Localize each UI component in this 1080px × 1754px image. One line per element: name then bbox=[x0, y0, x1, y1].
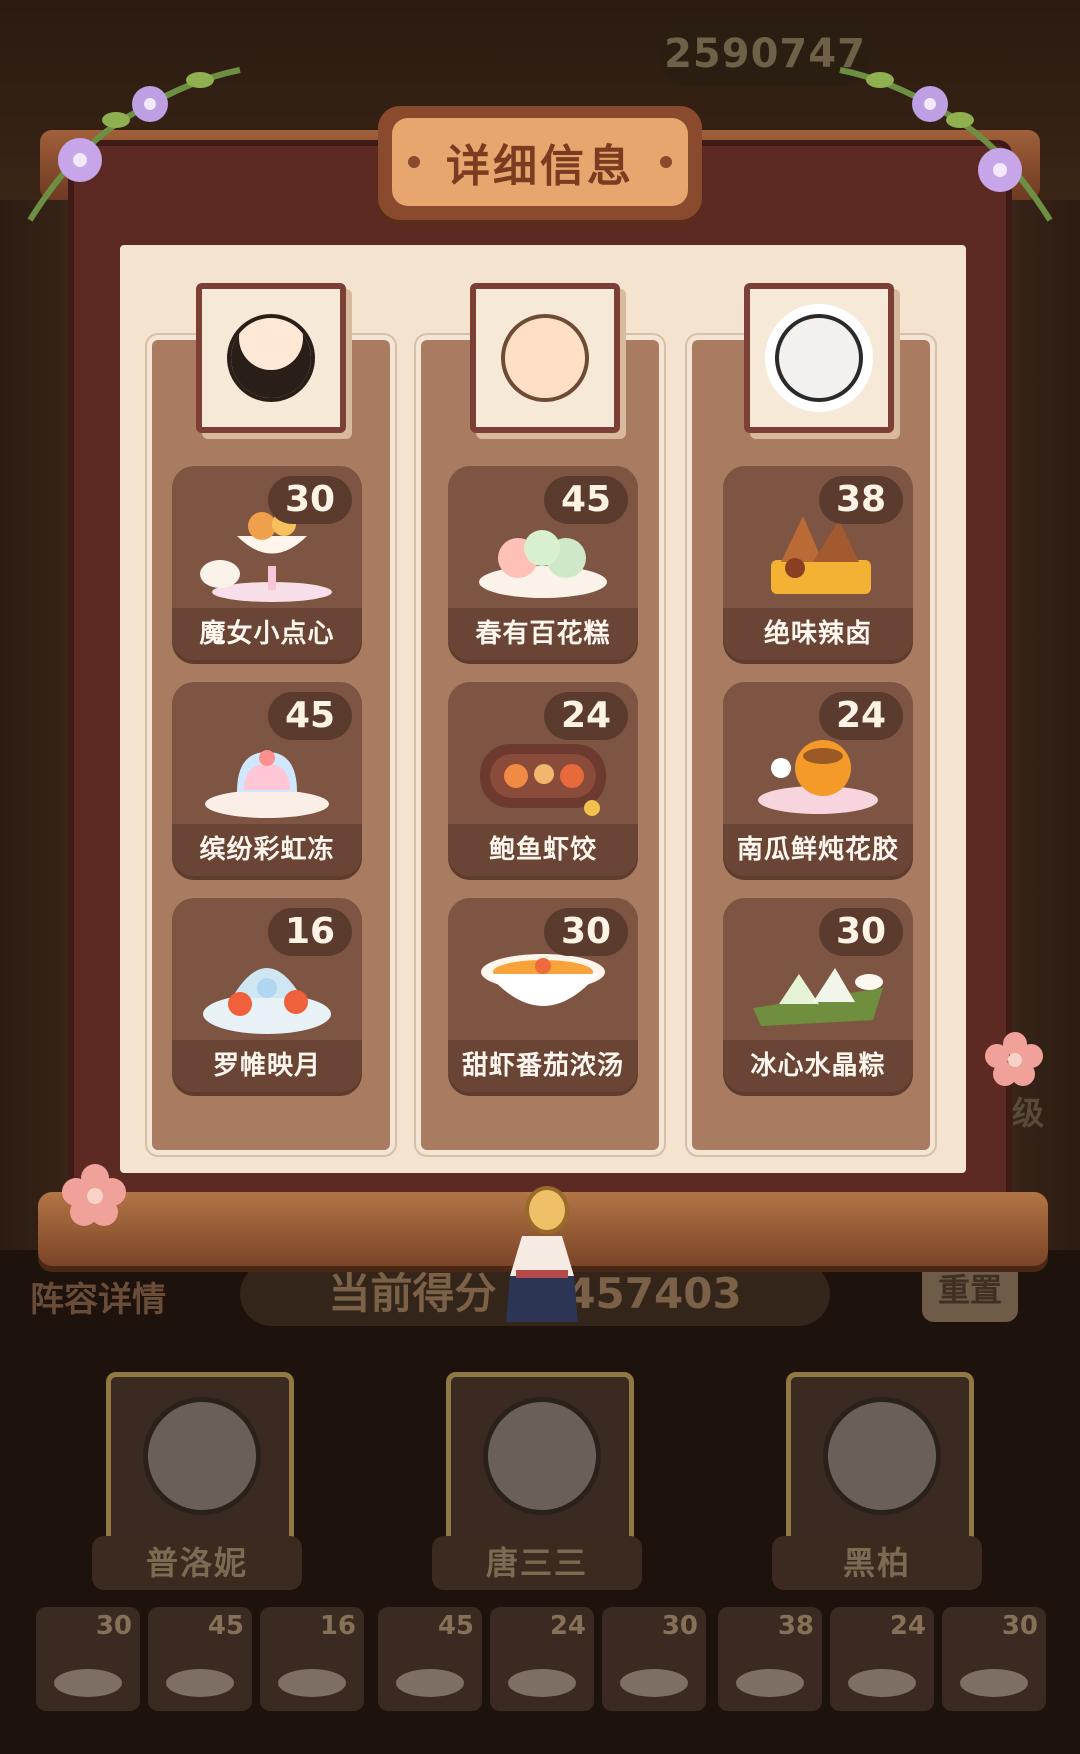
strip-dish-count: 45 bbox=[207, 1611, 244, 1641]
dish-count-badge: 24 bbox=[819, 692, 903, 740]
dish-name: 罗帷映月 bbox=[172, 1040, 362, 1092]
strip-dish-tile[interactable]: 24 bbox=[490, 1607, 594, 1711]
hero-name-2: 唐三三 bbox=[432, 1536, 642, 1590]
pink-flower-icon bbox=[985, 1032, 1043, 1086]
hero-avatar bbox=[483, 1397, 601, 1515]
plate-icon bbox=[848, 1669, 916, 1697]
hero-name-3: 黑柏 bbox=[772, 1536, 982, 1590]
dish-name: 绝味辣卤 bbox=[723, 608, 913, 660]
dish-card[interactable]: 45 春有百花糕 bbox=[448, 466, 638, 660]
hero-avatar bbox=[143, 1397, 261, 1515]
strip-dish-tile[interactable]: 30 bbox=[602, 1607, 706, 1711]
dish-card[interactable]: 24 鲍鱼虾饺 bbox=[448, 682, 638, 876]
dish-count-badge: 45 bbox=[268, 692, 352, 740]
strip-dish-count: 30 bbox=[95, 1611, 132, 1641]
dish-count-badge: 24 bbox=[544, 692, 628, 740]
dish-card[interactable]: 30 冰心水晶粽 bbox=[723, 898, 913, 1092]
dish-name: 甜虾番茄浓汤 bbox=[448, 1040, 638, 1092]
strip-dish-count: 30 bbox=[1001, 1611, 1038, 1641]
dish-name: 缤纷彩虹冻 bbox=[172, 824, 362, 876]
strip-dish-count: 24 bbox=[549, 1611, 586, 1641]
strip-dish-count: 45 bbox=[437, 1611, 474, 1641]
dish-card[interactable]: 24 南瓜鲜炖花胶 bbox=[723, 682, 913, 876]
dish-count-badge: 30 bbox=[268, 476, 352, 524]
modal-title: 详细信息 bbox=[446, 141, 634, 192]
strip-dish-tile[interactable]: 30 bbox=[942, 1607, 1046, 1711]
dish-count-badge: 45 bbox=[544, 476, 628, 524]
dish-card[interactable]: 30 魔女小点心 bbox=[172, 466, 362, 660]
dish-count-badge: 16 bbox=[268, 908, 352, 956]
strip-dish-count: 24 bbox=[889, 1611, 926, 1641]
dish-name: 魔女小点心 bbox=[172, 608, 362, 660]
monk-avatar-icon bbox=[501, 314, 589, 402]
strip-dish-count: 30 bbox=[661, 1611, 698, 1641]
dish-name: 南瓜鲜炖花胶 bbox=[723, 824, 913, 876]
vine-flower-icon bbox=[27, 67, 241, 222]
current-score-value: 457403 bbox=[566, 1269, 742, 1318]
witch-avatar-icon bbox=[227, 314, 315, 402]
character-portrait-2 bbox=[470, 283, 620, 433]
dish-card[interactable]: 38 绝味辣卤 bbox=[723, 466, 913, 660]
dish-card[interactable]: 30 甜虾番茄浓汤 bbox=[448, 898, 638, 1092]
dish-count-badge: 38 bbox=[819, 476, 903, 524]
current-score-label: 当前得分 bbox=[328, 1269, 497, 1318]
level-fragment: 级 bbox=[1012, 1094, 1045, 1132]
plate-icon bbox=[278, 1669, 346, 1697]
plate-icon bbox=[166, 1669, 234, 1697]
title-plaque: 详细信息 bbox=[378, 106, 702, 220]
plate-icon bbox=[960, 1669, 1028, 1697]
strip-dish-tile[interactable]: 45 bbox=[378, 1607, 482, 1711]
pink-flower-icon bbox=[62, 1164, 126, 1226]
plate-icon bbox=[620, 1669, 688, 1697]
character-portrait-3 bbox=[744, 283, 894, 433]
dish-card[interactable]: 16 罗帷映月 bbox=[172, 898, 362, 1092]
panda-avatar-icon bbox=[775, 314, 863, 402]
dish-name: 春有百花糕 bbox=[448, 608, 638, 660]
strip-dish-count: 16 bbox=[319, 1611, 356, 1641]
tassel-icon bbox=[506, 1236, 578, 1322]
dot-icon bbox=[660, 156, 672, 168]
hero-card-2[interactable] bbox=[446, 1372, 634, 1550]
dish-card[interactable]: 45 缤纷彩虹冻 bbox=[172, 682, 362, 876]
plate-icon bbox=[736, 1669, 804, 1697]
vine-flower-icon bbox=[839, 67, 1053, 222]
dish-count-badge: 30 bbox=[819, 908, 903, 956]
dish-name: 冰心水晶粽 bbox=[723, 1040, 913, 1092]
hero-card-1[interactable] bbox=[106, 1372, 294, 1550]
formation-label[interactable]: 阵容详情 bbox=[30, 1272, 166, 1321]
hero-avatar bbox=[823, 1397, 941, 1515]
plate-icon bbox=[396, 1669, 464, 1697]
reset-button[interactable]: 重置 bbox=[922, 1258, 1018, 1322]
strip-dish-tile[interactable]: 38 bbox=[718, 1607, 822, 1711]
hero-name-1: 普洛妮 bbox=[92, 1536, 302, 1590]
plate-icon bbox=[508, 1669, 576, 1697]
plate-icon bbox=[54, 1669, 122, 1697]
dish-name: 鲍鱼虾饺 bbox=[448, 824, 638, 876]
strip-dish-tile[interactable]: 30 bbox=[36, 1607, 140, 1711]
hero-card-3[interactable] bbox=[786, 1372, 974, 1550]
dot-icon bbox=[408, 156, 420, 168]
strip-dish-tile[interactable]: 24 bbox=[830, 1607, 934, 1711]
strip-dish-count: 38 bbox=[777, 1611, 814, 1641]
strip-dish-tile[interactable]: 16 bbox=[260, 1607, 364, 1711]
strip-dish-tile[interactable]: 45 bbox=[148, 1607, 252, 1711]
character-portrait-1 bbox=[196, 283, 346, 433]
dish-count-badge: 30 bbox=[544, 908, 628, 956]
